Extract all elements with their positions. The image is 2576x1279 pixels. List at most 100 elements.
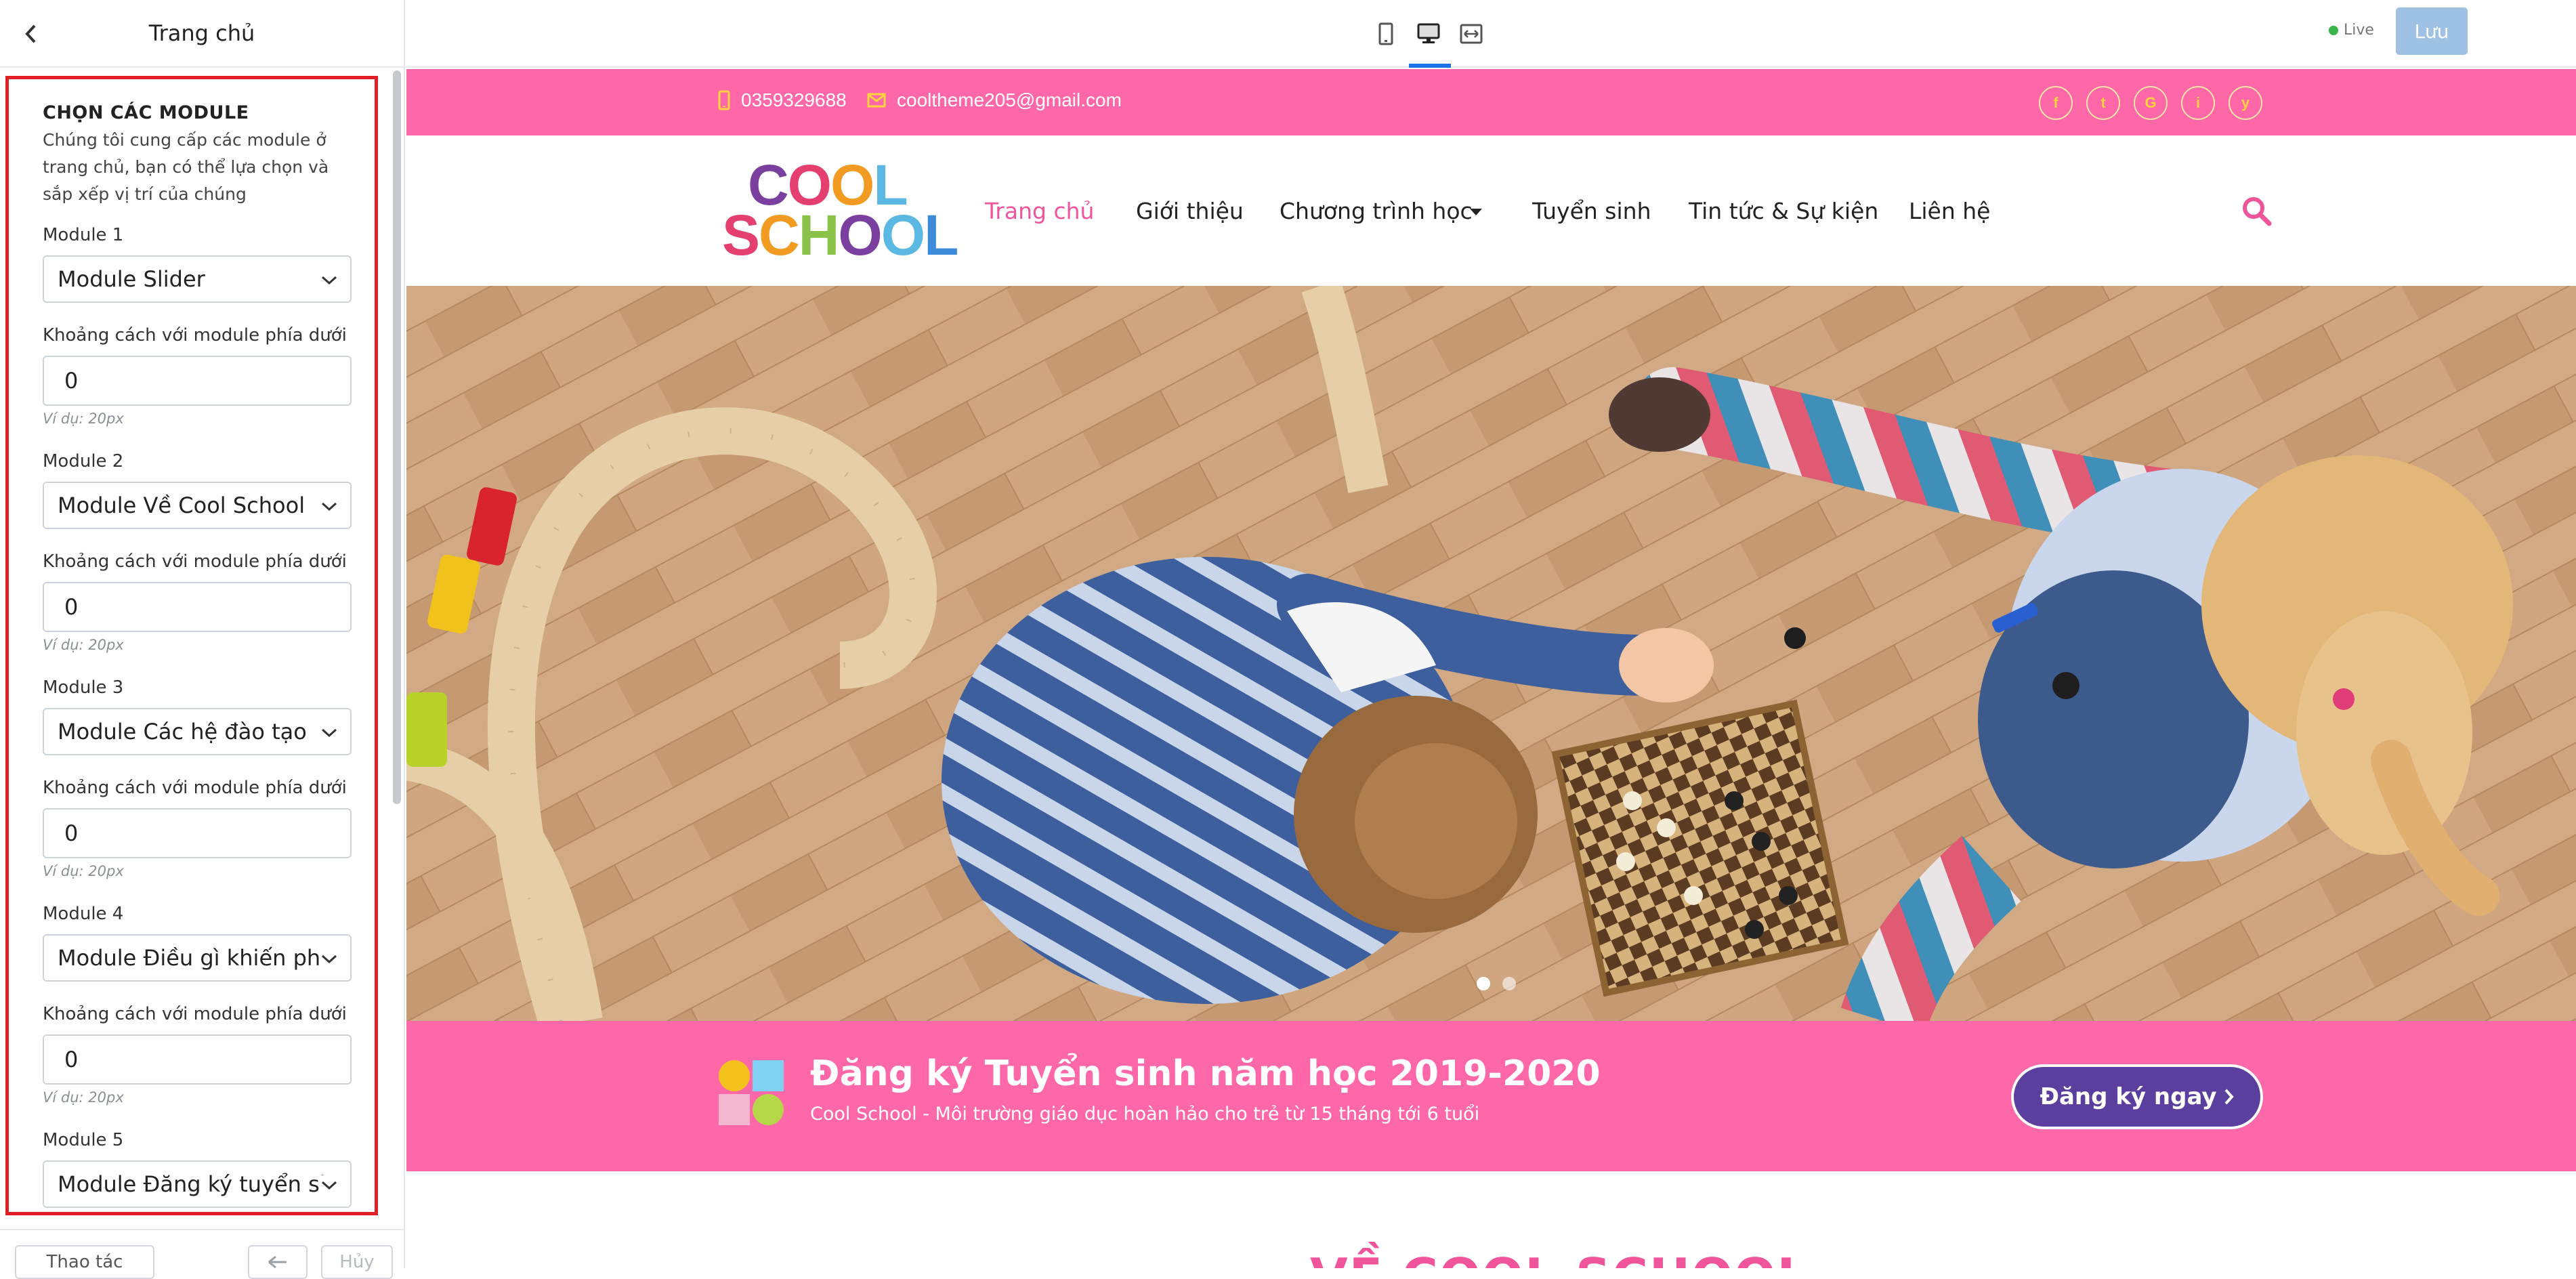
- mobile-icon: [1378, 22, 1393, 45]
- module-2-label: Module 2: [43, 451, 124, 471]
- module-4-spacing-input[interactable]: 0: [43, 1034, 352, 1085]
- panel-scrollbar[interactable]: [393, 70, 401, 804]
- module-2-select[interactable]: Module Về Cool School: [43, 482, 352, 529]
- live-label: Live: [2344, 22, 2374, 39]
- customizer-panel: Trang chủ CHỌN CÁC MODULE Chúng tôi cung…: [0, 0, 405, 1279]
- module-settings-section: CHỌN CÁC MODULE Chúng tôi cung cấp các m…: [5, 76, 378, 1215]
- twitter-glyph: t: [2100, 94, 2106, 111]
- phone-icon: [718, 90, 730, 110]
- editor-toolbar: Live Lưu: [405, 0, 2576, 68]
- mobile-view-button[interactable]: [1367, 15, 1405, 53]
- google-icon[interactable]: G: [2134, 86, 2168, 120]
- panel-footer: Thao tác Hủy: [0, 1229, 404, 1279]
- desktop-icon: [1417, 23, 1440, 43]
- banner-title: Đăng ký Tuyển sinh năm học 2019-2020: [810, 1053, 1601, 1094]
- envelope-icon: [867, 93, 886, 108]
- slider-dot-1[interactable]: [1477, 977, 1490, 990]
- colored-squares-icon: [719, 1060, 784, 1125]
- nav-programs[interactable]: Chương trình học: [1280, 198, 1473, 224]
- slider-dots: [1477, 977, 1516, 990]
- module-4-spacing-label: Khoảng cách với module phía dưới: [43, 1004, 347, 1024]
- logo-line-1: COOL: [748, 153, 908, 217]
- site-header: COOL SCHOOL Trang chủ Giới thiệu Chương …: [406, 135, 2576, 286]
- chevron-down-icon: [319, 723, 339, 743]
- facebook-icon[interactable]: f: [2039, 86, 2073, 120]
- cancel-label: Hủy: [339, 1252, 375, 1272]
- phone-contact[interactable]: 0359329688: [718, 89, 847, 111]
- youtube-icon[interactable]: y: [2229, 86, 2262, 120]
- expand-icon: [1460, 24, 1483, 44]
- module-4-value: Module Điều gì khiến phụ: [58, 945, 335, 971]
- nav-home[interactable]: Trang chủ: [985, 198, 1094, 224]
- email-contact[interactable]: cooltheme205@gmail.com: [867, 89, 1122, 111]
- module-1-label: Module 1: [43, 225, 124, 245]
- fullwidth-view-button[interactable]: [1452, 15, 1490, 53]
- actions-label: Thao tác: [46, 1252, 123, 1272]
- chevron-left-icon: [25, 24, 36, 43]
- twitter-icon[interactable]: t: [2086, 86, 2120, 120]
- module-1-select[interactable]: Module Slider: [43, 255, 352, 303]
- active-view-indicator: [1409, 64, 1451, 68]
- module-1-hint: Ví dụ: 20px: [43, 411, 124, 427]
- register-now-button[interactable]: Đăng ký ngay: [2011, 1064, 2263, 1129]
- slider-dot-2[interactable]: [1502, 977, 1516, 990]
- chevron-down-icon: [319, 270, 339, 291]
- module-4-hint: Ví dụ: 20px: [43, 1089, 124, 1106]
- panel-title: Trang chủ: [148, 20, 255, 46]
- module-2-value: Module Về Cool School: [58, 492, 305, 518]
- admissions-banner: Đăng ký Tuyển sinh năm học 2019-2020 Coo…: [406, 1021, 2576, 1171]
- section-description: Chúng tôi cung cấp các module ở trang ch…: [43, 130, 329, 204]
- undo-icon: [268, 1255, 287, 1269]
- phone-text: 0359329688: [741, 89, 847, 110]
- cancel-button[interactable]: Hủy: [321, 1245, 393, 1279]
- site-logo[interactable]: COOL SCHOOL: [722, 153, 958, 267]
- module-3-label: Module 3: [43, 677, 124, 698]
- hero-image: [406, 286, 2576, 1021]
- module-2-hint: Ví dụ: 20px: [43, 637, 124, 653]
- live-status: Live: [2329, 22, 2374, 39]
- banner-subtitle: Cool School - Môi trường giáo dục hoàn h…: [810, 1104, 1480, 1125]
- site-preview: 0359329688 cooltheme205@gmail.com f t G …: [406, 69, 2576, 1268]
- google-glyph: G: [2145, 94, 2157, 111]
- module-1-spacing-input[interactable]: 0: [43, 356, 352, 406]
- module-3-select[interactable]: Module Các hệ đào tạo: [43, 708, 352, 755]
- module-3-hint: Ví dụ: 20px: [43, 863, 124, 879]
- actions-button[interactable]: Thao tác: [15, 1245, 154, 1279]
- nav-news[interactable]: Tin tức & Sự kiện: [1689, 198, 1878, 224]
- next-section-title: VỀ COOL SCHOOL: [1310, 1248, 1809, 1268]
- module-5-label: Module 5: [43, 1130, 124, 1150]
- hero-slider[interactable]: [406, 286, 2576, 1021]
- save-button[interactable]: Lưu: [2396, 7, 2468, 55]
- module-2-spacing-input[interactable]: 0: [43, 582, 352, 632]
- save-label: Lưu: [2414, 20, 2449, 43]
- module-2-spacing-value: 0: [64, 594, 79, 620]
- module-3-value: Module Các hệ đào tạo: [58, 719, 307, 745]
- module-1-spacing-value: 0: [64, 368, 79, 394]
- chevron-down-icon: [319, 497, 339, 517]
- undo-button[interactable]: [248, 1245, 308, 1279]
- youtube-glyph: y: [2241, 94, 2250, 111]
- module-5-value: Module Đăng ký tuyển sin: [58, 1171, 339, 1197]
- module-3-spacing-label: Khoảng cách với module phía dưới: [43, 778, 347, 798]
- module-2-spacing-label: Khoảng cách với module phía dưới: [43, 551, 347, 572]
- nav-admissions[interactable]: Tuyển sinh: [1532, 198, 1651, 224]
- section-title: CHỌN CÁC MODULE: [43, 102, 249, 123]
- instagram-glyph: i: [2195, 94, 2201, 111]
- instagram-icon[interactable]: i: [2181, 86, 2215, 120]
- register-now-label: Đăng ký ngay: [2040, 1083, 2217, 1110]
- nav-contact[interactable]: Liên hệ: [1909, 198, 1990, 224]
- module-5-select[interactable]: Module Đăng ký tuyển sin: [43, 1160, 352, 1208]
- caret-down-icon: [1470, 209, 1482, 215]
- desktop-view-button[interactable]: [1410, 15, 1448, 53]
- nav-about[interactable]: Giới thiệu: [1136, 198, 1244, 224]
- back-button[interactable]: [16, 19, 46, 49]
- logo-line-2: SCHOOL: [722, 203, 958, 267]
- chevron-down-icon: [319, 949, 339, 969]
- module-3-spacing-input[interactable]: 0: [43, 808, 352, 858]
- search-icon[interactable]: [2239, 194, 2273, 228]
- facebook-glyph: f: [2053, 94, 2058, 111]
- module-1-spacing-label: Khoảng cách với module phía dưới: [43, 325, 347, 345]
- module-4-label: Module 4: [43, 904, 124, 924]
- module-4-spacing-value: 0: [64, 1047, 79, 1072]
- module-4-select[interactable]: Module Điều gì khiến phụ: [43, 934, 352, 982]
